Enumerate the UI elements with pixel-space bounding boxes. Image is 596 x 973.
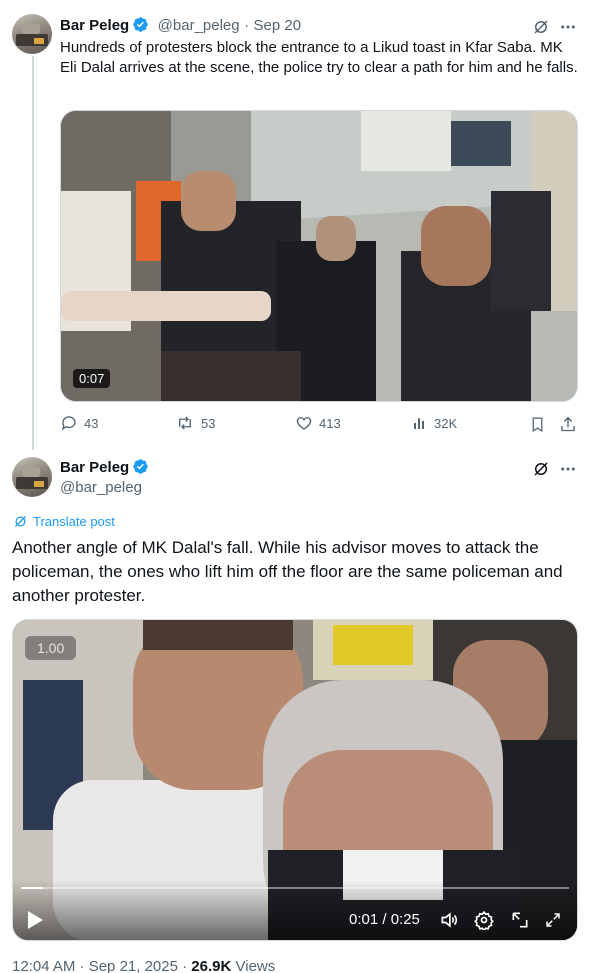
- translate-label: Translate post: [33, 514, 115, 529]
- tweet-text: Hundreds of protesters block the entranc…: [60, 39, 578, 76]
- volume-icon[interactable]: [437, 908, 461, 932]
- separator: ·: [244, 17, 250, 34]
- post-date[interactable]: Sep 20: [254, 17, 302, 34]
- playback-rate[interactable]: 1.00: [25, 636, 77, 660]
- more-icon[interactable]: [556, 16, 580, 38]
- like-button[interactable]: 413: [295, 414, 341, 432]
- avatar[interactable]: [12, 14, 52, 54]
- video-duration: 0:07: [73, 369, 111, 388]
- verified-badge-icon: [132, 458, 149, 480]
- tweet-text: Another angle of MK Dalal's fall. While …: [12, 538, 563, 605]
- post-metadata: 12:04 AM · Sep 21, 2025 · 26.9K Views: [12, 958, 275, 973]
- reply-button[interactable]: 43: [60, 414, 98, 432]
- post-timestamp[interactable]: 12:04 AM · Sep 21, 2025 ·: [12, 958, 191, 973]
- more-icon[interactable]: [556, 458, 580, 480]
- video-player[interactable]: 1.00 0:01 / 0:25: [12, 619, 578, 941]
- verified-badge-icon: [132, 16, 149, 38]
- views-label: Views: [235, 958, 276, 973]
- thread-line: [32, 56, 34, 450]
- video-frame: [61, 111, 577, 401]
- bookmark-icon[interactable]: [527, 414, 547, 434]
- avatar[interactable]: [12, 457, 52, 497]
- views-icon: [414, 418, 424, 429]
- grok-icon[interactable]: [530, 16, 552, 38]
- video-time: 0:01 / 0:25: [349, 911, 420, 928]
- view-count: 32K: [434, 415, 458, 431]
- tweet-header: Bar Peleg @bar_peleg · Sep 20: [60, 16, 301, 38]
- progress-track[interactable]: [21, 887, 569, 889]
- tweet-header: Bar Peleg: [60, 458, 149, 480]
- views-button[interactable]: 32K: [412, 414, 457, 432]
- settings-icon[interactable]: [472, 908, 496, 932]
- play-icon[interactable]: [23, 908, 47, 932]
- reply-icon: [61, 416, 76, 431]
- repost-icon: [179, 416, 191, 430]
- like-icon: [296, 417, 312, 430]
- author-name[interactable]: Bar Peleg: [60, 459, 129, 476]
- video-player[interactable]: 0:07: [60, 110, 578, 402]
- like-count: 413: [319, 415, 341, 431]
- repost-button[interactable]: 53: [175, 414, 215, 432]
- handle[interactable]: @bar_peleg: [158, 17, 240, 34]
- translate-post-link[interactable]: Translate post: [13, 514, 115, 529]
- fullscreen-icon[interactable]: [541, 908, 565, 932]
- repost-count: 53: [201, 415, 216, 431]
- reply-count: 43: [84, 415, 99, 431]
- grok-icon[interactable]: [530, 458, 552, 480]
- author-name[interactable]: Bar Peleg: [60, 17, 129, 34]
- progress-fill: [21, 887, 43, 889]
- view-count: 26.9K: [191, 958, 232, 973]
- handle[interactable]: @bar_peleg: [60, 479, 142, 496]
- translate-icon: [15, 516, 26, 527]
- share-icon[interactable]: [558, 414, 578, 434]
- picture-in-picture-icon[interactable]: [508, 908, 532, 932]
